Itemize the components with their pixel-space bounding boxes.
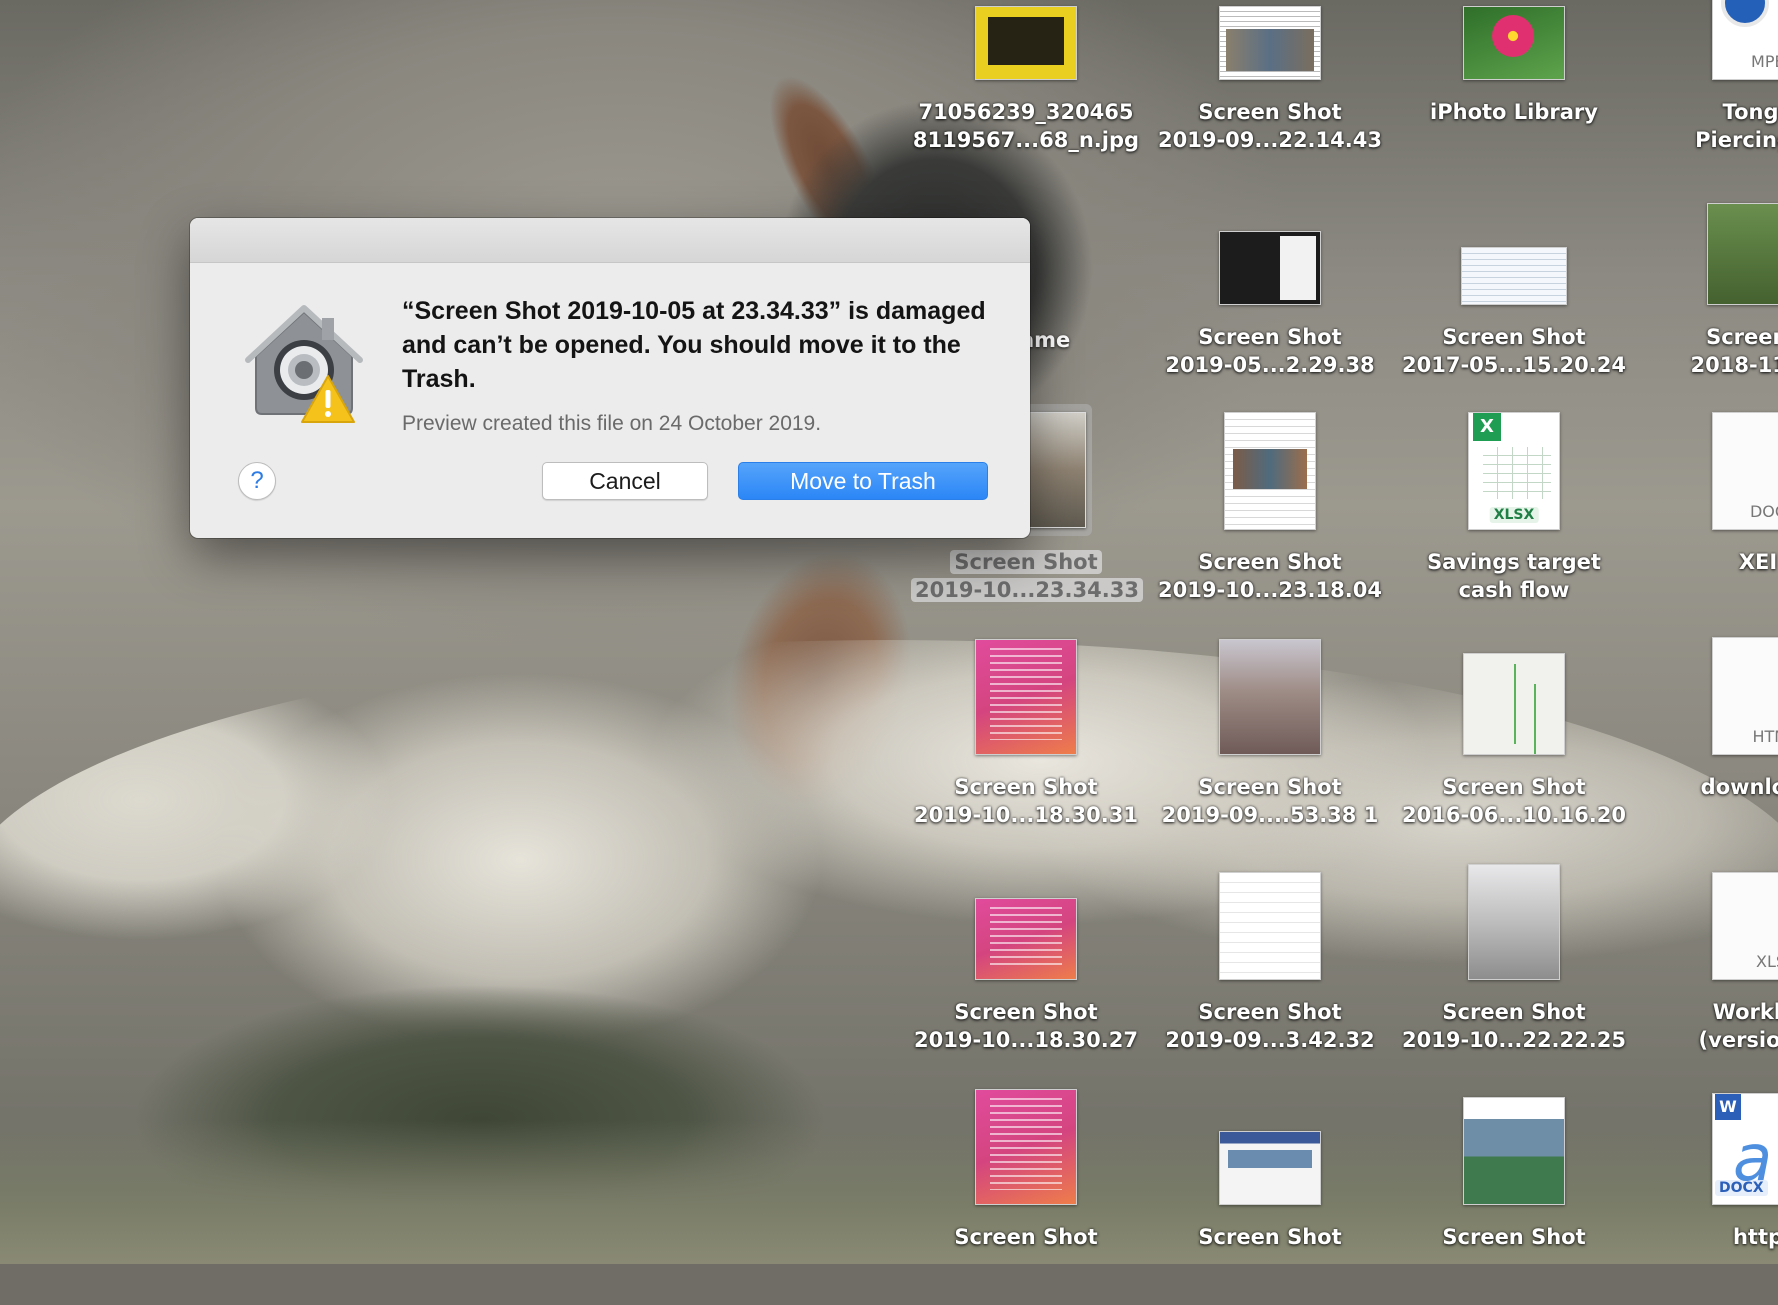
screenshot-file-icon xyxy=(1219,6,1321,80)
help-button[interactable]: ? xyxy=(238,462,276,500)
desktop-icon-screenshot[interactable]: Screen Shot 2019-10...18.30.27 xyxy=(914,870,1138,1080)
desktop-icon-mpeg-file[interactable]: MPEG TonguPiercing.M xyxy=(1653,0,1778,180)
desktop-icon-label: Screen Shot 2019-10...22.22.25 xyxy=(1402,1000,1626,1052)
screenshot-file-icon xyxy=(975,1089,1077,1205)
desktop-icon-screenshot[interactable]: Screen Shot 2019-09...3.42.32 xyxy=(1165,870,1375,1080)
desktop-icon-label: download xyxy=(1700,775,1778,799)
iphoto-library-icon xyxy=(1463,6,1565,80)
desktop-icon-label: Screen Shot 2019-10...18.30.31 xyxy=(914,775,1138,827)
desktop-icon-screenshot[interactable]: Screen Shot xyxy=(1409,1095,1619,1305)
xlsx-file-icon: XLSX xyxy=(1712,872,1778,980)
screenshot-file-icon xyxy=(1219,231,1321,305)
desktop-icon-label: Screen Shot xyxy=(1442,1225,1586,1249)
file-extension-label: DOCX xyxy=(1749,502,1778,521)
desktop-icon-screenshot[interactable]: Screen Shot 2019-10...22.22.25 xyxy=(1402,864,1626,1080)
video-file-icon: MPEG xyxy=(1712,0,1778,80)
docx-file-icon: DOCX xyxy=(1712,1093,1778,1205)
desktop-icon-xlsx-file[interactable]: XLSX Savings targetcash flow xyxy=(1409,412,1619,630)
dialog-message: “Screen Shot 2019-10-05 at 23.34.33” is … xyxy=(402,297,986,393)
file-extension-label: MPEG xyxy=(1751,52,1778,71)
cancel-button[interactable]: Cancel xyxy=(542,462,708,500)
screenshot-file-icon xyxy=(975,898,1077,980)
screenshot-file-icon xyxy=(1219,639,1321,755)
desktop-icon-screenshot[interactable]: Screen Shot 2019-09....53.38 1 xyxy=(1162,639,1378,855)
desktop-icon-html-file[interactable]: HTML download xyxy=(1653,637,1778,855)
screenshot-file-icon xyxy=(1224,412,1316,530)
desktop-icon-label: Screen Shot 2019-05...2.29.38 xyxy=(1165,325,1375,377)
desktop-icon-screenshot[interactable]: Screen Shot 2016-06...10.16.20 xyxy=(1402,645,1626,855)
desktop-icon-xlsx-file[interactable]: XLSX Workbo(version 1 xyxy=(1653,870,1778,1080)
xlsx-file-icon: XLSX xyxy=(1468,412,1560,530)
file-extension-label: XLSX xyxy=(1756,952,1778,971)
gatekeeper-warning-icon xyxy=(245,305,363,423)
html-file-icon: HTML xyxy=(1712,637,1778,755)
desktop-icon-screenshot[interactable]: Screen Shot 2019-05...2.29.38 xyxy=(1165,195,1375,405)
screenshot-file-icon xyxy=(1461,247,1567,305)
screenshot-file-icon xyxy=(1463,1097,1565,1205)
file-extension-badge: DOCX xyxy=(1715,1180,1768,1196)
desktop-icon-label: Savings target cash flow xyxy=(1427,550,1601,602)
desktop-icon-docx-file[interactable]: DOCX XEI xyxy=(1653,412,1778,630)
desktop-icon-screenshot[interactable]: Screen Shot 2019-09...22.14.43 xyxy=(1158,0,1382,180)
desktop-icon-label: 71056239_320465 8119567...68_n.jpg xyxy=(912,100,1140,152)
desktop-icon-label: Screen Shot 2016-06...10.16.20 xyxy=(1402,775,1626,827)
desktop-icon-screenshot[interactable]: Screen Shot 2019-10...18.30.31 xyxy=(914,639,1138,855)
dialog-titlebar xyxy=(190,218,1030,263)
desktop-icon-label: XEI xyxy=(1738,550,1778,574)
screenshot-file-icon xyxy=(1468,864,1560,980)
dialog-informative-text: Preview created this file on 24 October … xyxy=(402,412,822,435)
desktop-icon-label: Screen Shot 2019-10...18.30.27 xyxy=(914,1000,1138,1052)
desktop-icon-label: Screen Shot xyxy=(1198,1225,1342,1249)
desktop-icon-label: Screen Shot xyxy=(954,1225,1098,1249)
desktop-icon-label: Screen S2018-11...2 xyxy=(1690,325,1778,377)
desktop-icon-label: iPhoto Library xyxy=(1430,100,1598,124)
desktop-icon-jpg-file[interactable]: 71056239_320465 8119567...68_n.jpg xyxy=(913,0,1139,180)
desktop-icon-label: Workbo(version 1 xyxy=(1698,1000,1778,1052)
desktop-icon-docx-file[interactable]: DOCX http xyxy=(1653,1093,1778,1305)
file-extension-label: HTML xyxy=(1752,727,1778,746)
screenshot-file-icon xyxy=(1707,203,1778,305)
desktop-icon-label-selected: Screen Shot 2019-10...23.34.33 xyxy=(911,548,1143,604)
desktop-icon-screenshot[interactable]: Screen S2018-11...2 xyxy=(1653,195,1778,405)
screenshot-file-icon xyxy=(1463,653,1565,755)
desktop-icon-label: http xyxy=(1732,1225,1778,1249)
damaged-file-alert-dialog: “Screen Shot 2019-10-05 at 23.34.33” is … xyxy=(190,218,1030,538)
desktop-icon-label: Screen Shot 2017-05...15.20.24 xyxy=(1402,325,1626,377)
desktop-icon-screenshot[interactable]: Screen Shot xyxy=(1165,1095,1375,1305)
move-to-trash-button[interactable]: Move to Trash xyxy=(738,462,988,500)
desktop-icon-label: Screen Shot 2019-09....53.38 1 xyxy=(1161,775,1379,827)
desktop-icon-screenshot[interactable]: Screen Shot 2017-05...15.20.24 xyxy=(1402,195,1626,405)
screenshot-file-icon xyxy=(975,639,1077,755)
desktop-icon-label: Screen Shot 2019-09...22.14.43 xyxy=(1158,100,1382,152)
screenshot-file-icon xyxy=(1219,872,1321,980)
desktop-icon-label: Screen Shot 2019-09...3.42.32 xyxy=(1165,1000,1375,1052)
docx-file-icon: DOCX xyxy=(1712,412,1778,530)
desktop-icon-screenshot[interactable]: Screen Shot 2019-10...23.18.04 xyxy=(1158,412,1382,630)
desktop-icon-screenshot[interactable]: Screen Shot xyxy=(921,1089,1131,1305)
desktop-icon-label: Screen Shot 2019-10...23.18.04 xyxy=(1158,550,1382,602)
image-file-icon xyxy=(975,6,1077,80)
file-extension-badge: XLSX xyxy=(1489,507,1539,523)
screenshot-file-icon xyxy=(1219,1131,1321,1205)
desktop-icon-iphoto-library[interactable]: iPhoto Library xyxy=(1409,0,1619,180)
desktop-icon-label: TonguPiercing.M xyxy=(1695,100,1778,152)
